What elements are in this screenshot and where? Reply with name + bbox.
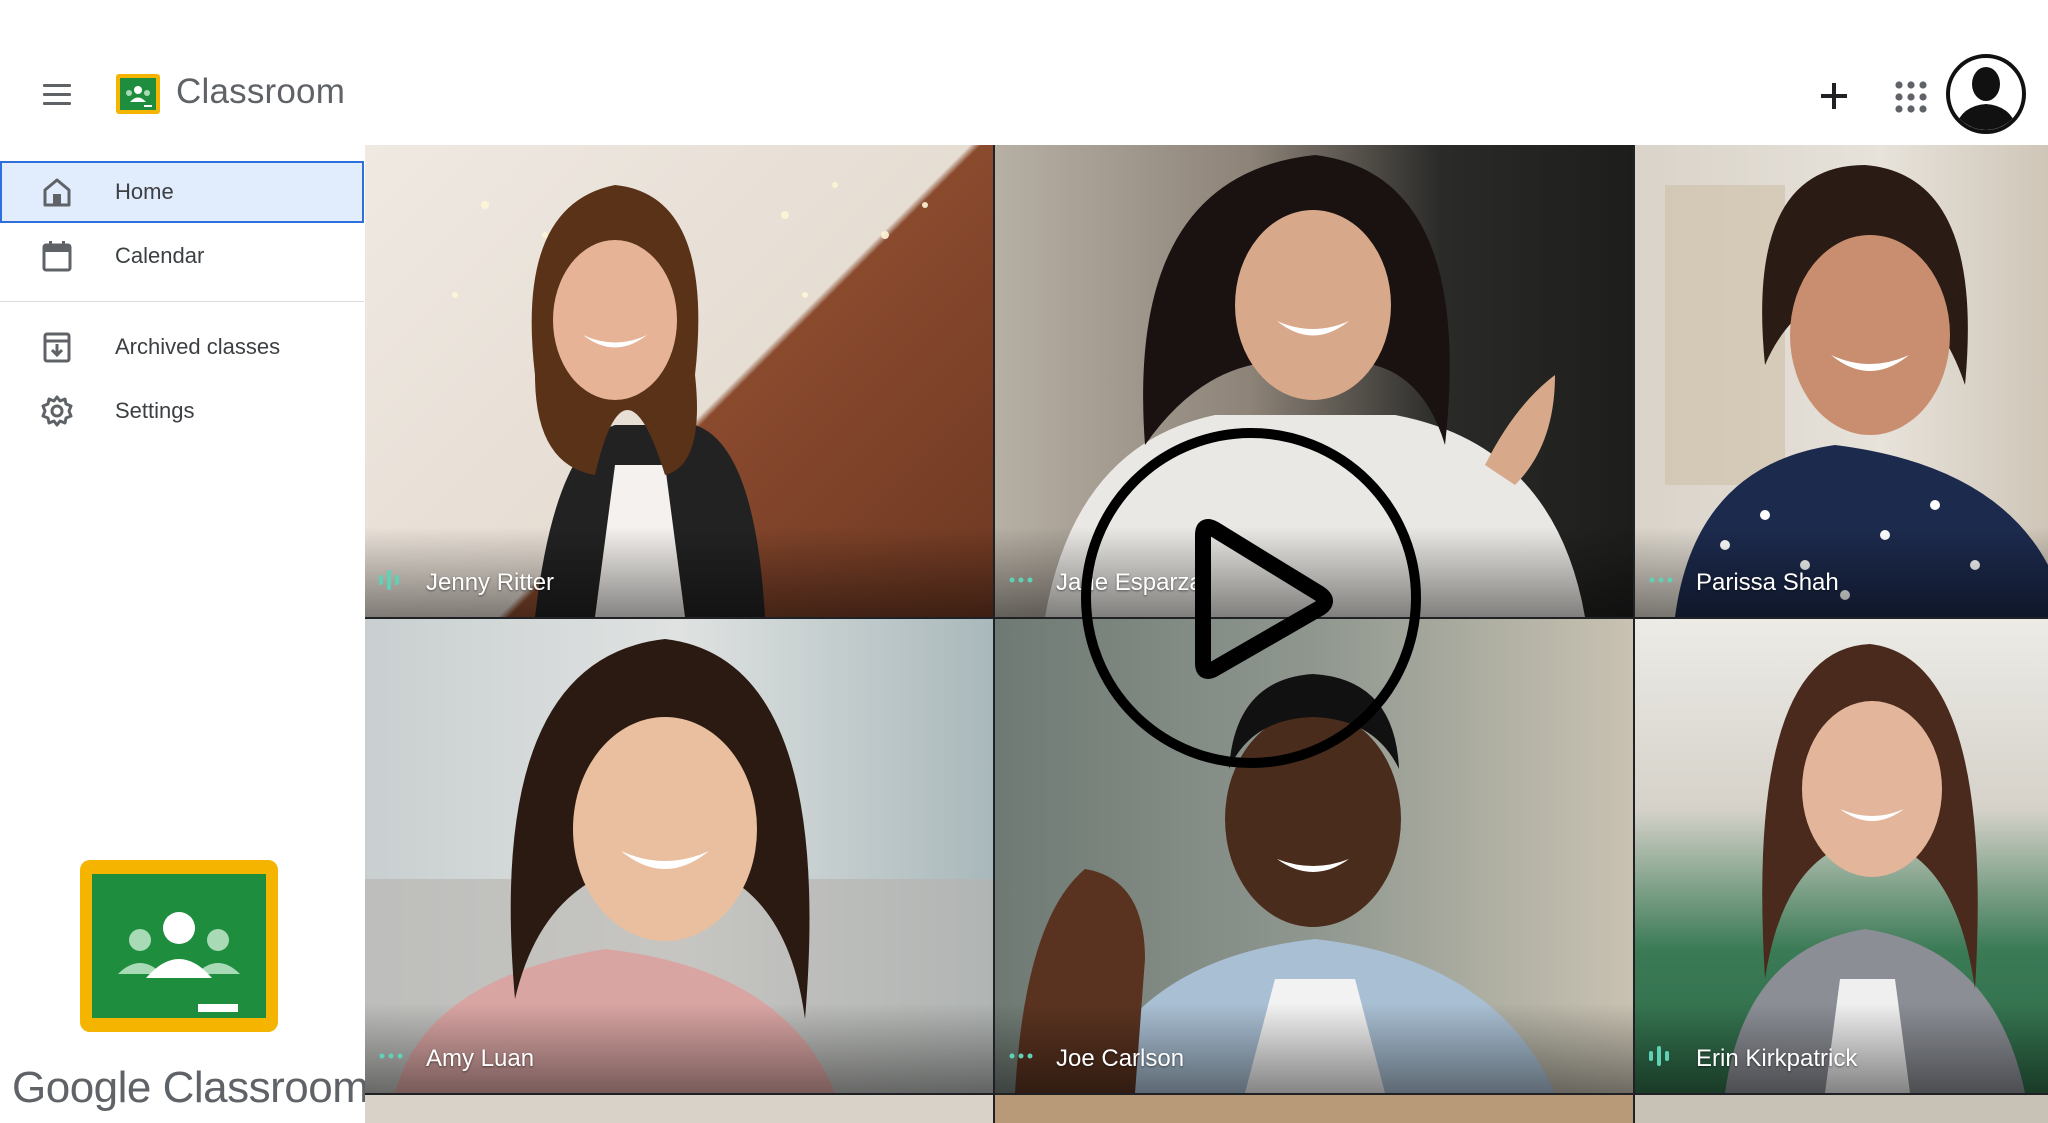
app-title[interactable]: Classroom [176, 72, 345, 112]
sidebar-item-settings[interactable]: Settings [0, 380, 364, 442]
gear-icon [41, 395, 73, 427]
participant-tile[interactable]: Parissa Shah [1635, 145, 2048, 617]
participant-name: Erin Kirkpatrick [1696, 1045, 1858, 1072]
brand-classroom-text: Classroom [162, 1063, 369, 1112]
sidebar-divider [0, 301, 364, 302]
sidebar-item-label: Calendar [115, 243, 205, 268]
participant-tile[interactable] [365, 1095, 993, 1123]
participant-tile[interactable]: Jenny Ritter [365, 145, 993, 617]
brand-google-text: Google [12, 1063, 151, 1112]
hamburger-icon [43, 93, 71, 96]
participant-tile[interactable]: Erin Kirkpatrick [1635, 619, 2048, 1093]
sidebar-item-calendar[interactable]: Calendar [0, 225, 364, 287]
speaking-indicator-icon [379, 570, 399, 590]
google-classroom-wordmark: Google Classroom [12, 1063, 369, 1113]
classroom-logo-icon[interactable] [116, 74, 160, 114]
participant-tile[interactable] [1635, 1095, 2048, 1123]
participant-tile[interactable]: Amy Luan [365, 619, 993, 1093]
sidebar-item-label: Home [115, 179, 174, 204]
idle-indicator-icon [379, 1053, 403, 1059]
main-menu-button[interactable] [38, 78, 78, 110]
hamburger-icon [43, 102, 71, 105]
participant-tile[interactable] [995, 1095, 1633, 1123]
idle-indicator-icon [1009, 1053, 1033, 1059]
archive-icon [43, 332, 71, 363]
navigation-drawer: Home Calendar Archived classes Settings [0, 145, 369, 1123]
idle-indicator-icon [1009, 577, 1033, 583]
participant-name: Jenny Ritter [426, 569, 555, 596]
hamburger-icon [43, 84, 71, 87]
participant-name: Parissa Shah [1696, 569, 1839, 596]
google-apps-icon[interactable] [1892, 78, 1930, 116]
play-button-icon[interactable] [1078, 425, 1424, 771]
google-classroom-logo-icon [80, 860, 278, 1032]
speaking-indicator-icon [1649, 1046, 1669, 1066]
calendar-icon [42, 241, 72, 272]
home-icon [43, 178, 71, 207]
idle-indicator-icon [1649, 577, 1673, 583]
sidebar-item-archived-classes[interactable]: Archived classes [0, 316, 364, 378]
top-app-bar: Classroom [0, 0, 2048, 145]
sidebar-item-label: Archived classes [115, 334, 281, 359]
sidebar-item-label: Settings [115, 398, 195, 423]
add-class-button[interactable] [1814, 76, 1854, 116]
account-avatar[interactable] [1946, 54, 2026, 134]
sidebar-item-home[interactable]: Home [0, 161, 364, 223]
participant-name: Amy Luan [426, 1045, 535, 1072]
participant-name: Joe Carlson [1056, 1045, 1185, 1072]
